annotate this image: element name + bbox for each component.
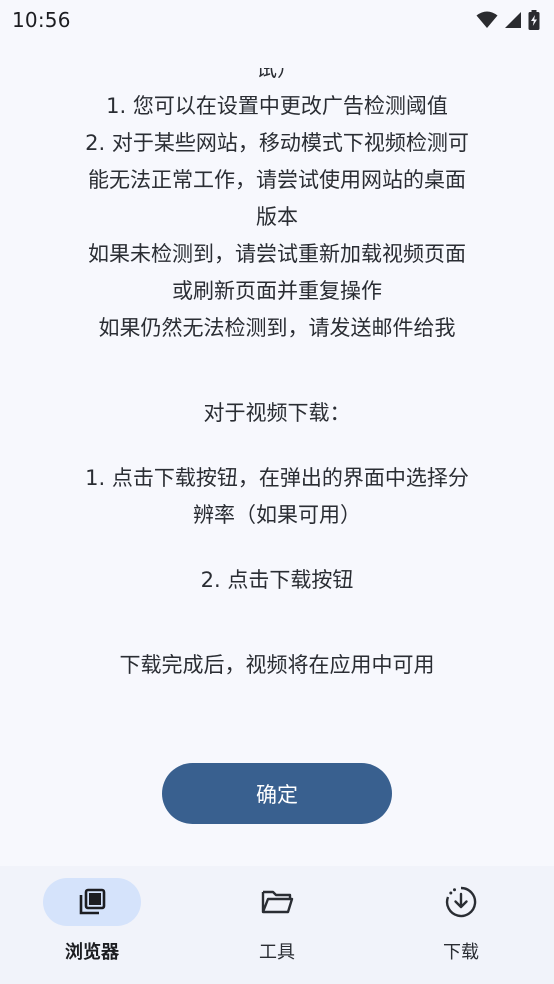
ok-button[interactable]: 确定 — [162, 763, 392, 824]
nav-label-tools: 工具 — [259, 942, 295, 963]
step-one-line: 辨率（如果可用） — [193, 503, 361, 527]
screen: 10:56 试） 1. 您可以在设置中更改广告检测阈值 2. 对于某些网站，移动… — [0, 0, 554, 984]
status-time: 10:56 — [12, 8, 71, 32]
text-line: 能无法正常工作，请尝试使用网站的桌面 — [88, 168, 466, 192]
text-line: 如果仍然无法检测到，请发送邮件给我 — [98, 316, 456, 340]
text-line: 2. 对于某些网站，移动模式下视频检测可 — [85, 131, 469, 155]
download-circle-icon — [445, 886, 477, 918]
bottom-navigation: 浏览器 工具 下载 — [0, 866, 554, 984]
nav-label-download: 下载 — [443, 942, 479, 963]
completion-line: 下载完成后，视频将在应用中可用 — [119, 653, 435, 677]
folder-icon — [261, 890, 294, 914]
battery-charging-icon — [528, 10, 540, 30]
nav-item-tools[interactable]: 工具 — [217, 878, 337, 968]
download-heading: 对于视频下载： — [203, 401, 351, 425]
nav-item-browser[interactable]: 浏览器 — [32, 878, 152, 968]
tabs-icon — [79, 888, 106, 915]
cell-signal-icon — [505, 12, 521, 28]
step-one-line: 1. 点击下载按钮，在弹出的界面中选择分 — [85, 466, 469, 490]
text-line: 如果未检测到，请尝试重新加载视频页面 — [88, 242, 466, 266]
text-line-clipped: 试） — [256, 68, 298, 81]
nav-item-download[interactable]: 下载 — [401, 878, 521, 968]
wifi-icon — [476, 11, 498, 28]
status-icons — [476, 10, 540, 30]
text-line: 版本 — [256, 205, 298, 229]
nav-active-indicator — [43, 878, 141, 926]
step-two-line: 2. 点击下载按钮 — [200, 568, 354, 592]
status-bar: 10:56 — [0, 0, 554, 40]
text-line: 或刷新页面并重复操作 — [172, 279, 382, 303]
text-line: 1. 您可以在设置中更改广告检测阈值 — [106, 94, 448, 118]
nav-label-browser: 浏览器 — [65, 942, 119, 963]
instructions-text: 试） 1. 您可以在设置中更改广告检测阈值 2. 对于某些网站，移动模式下视频检… — [30, 68, 524, 684]
